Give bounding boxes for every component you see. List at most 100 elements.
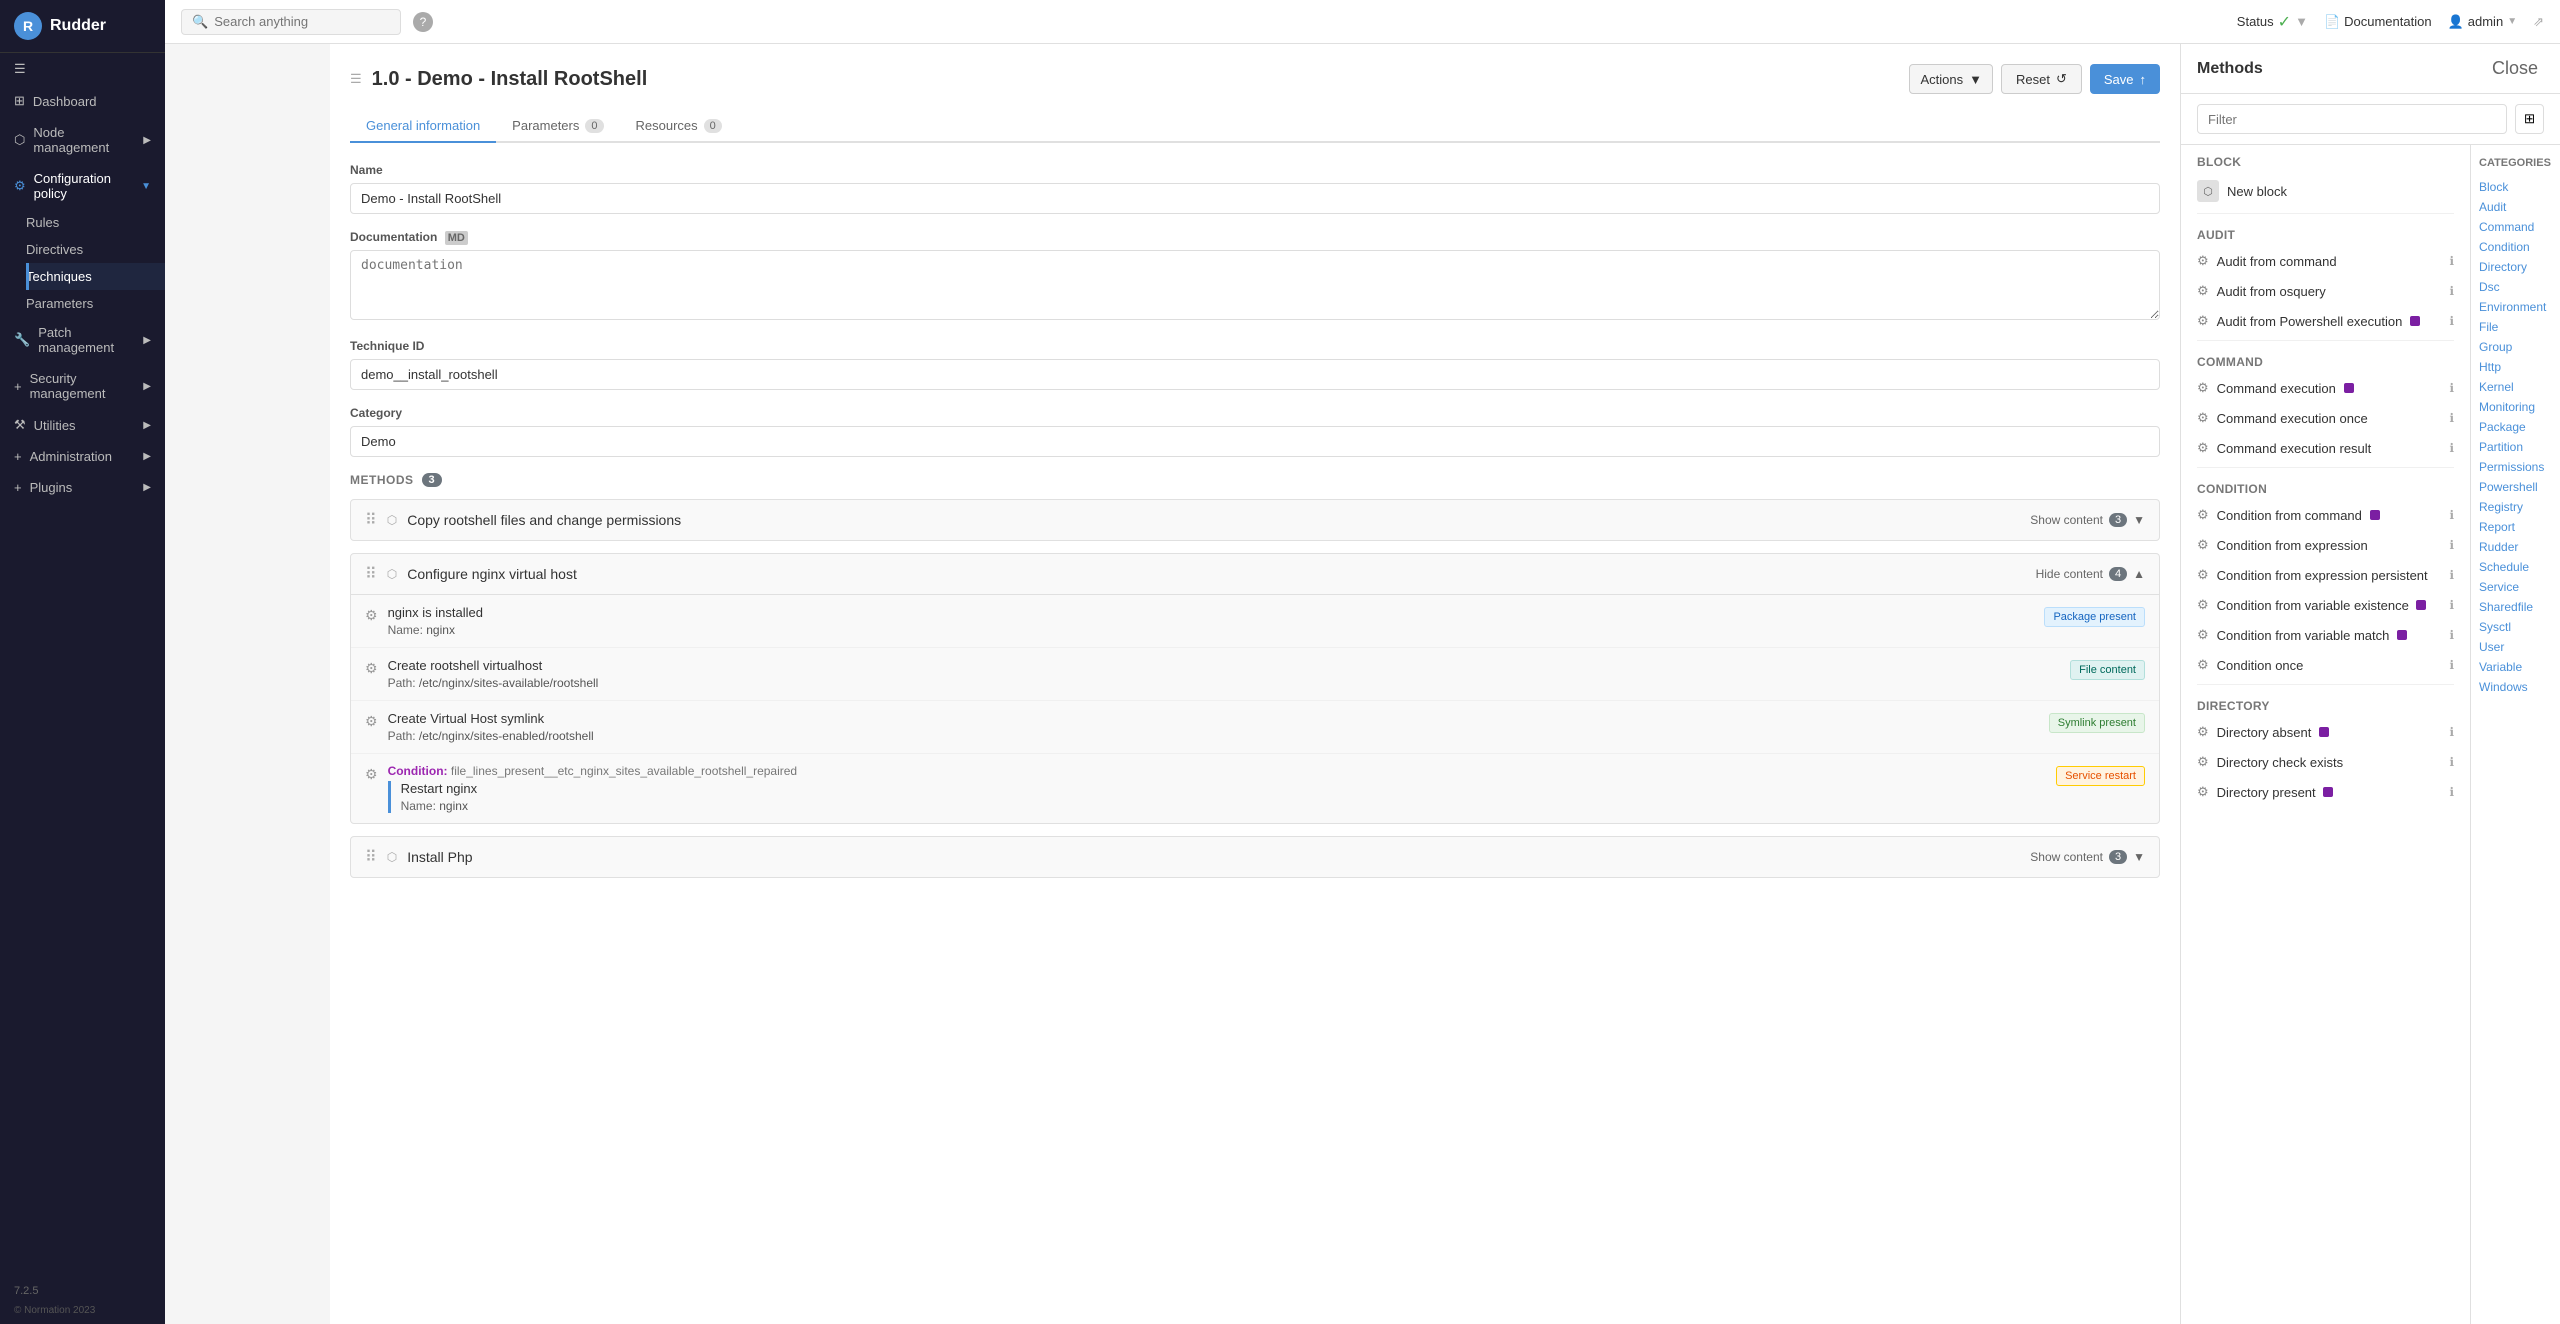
sidebar-item-rules[interactable]: Rules [26,209,165,236]
method-entry-condition-from-expression[interactable]: ⚙ Condition from expression ℹ [2189,530,2462,560]
method-block-1-header[interactable]: ⠿ ⬡ Configure nginx virtual host Hide co… [351,554,2159,594]
sidebar-item-node-management[interactable]: ⬡ Node management ▶ [0,117,165,163]
external-link-icon[interactable]: ⇗ [2533,14,2544,30]
cat-item-block[interactable]: Block [2471,177,2560,197]
method-entry-command-execution[interactable]: ⚙ Command execution ℹ [2189,373,2462,403]
method-entry-condition-from-command[interactable]: ⚙ Condition from command ℹ [2189,500,2462,530]
sidebar-item-security-management[interactable]: + Security management ▶ [0,363,165,409]
sidebar-item-directives[interactable]: Directives [26,236,165,263]
search-box[interactable]: 🔍 [181,9,401,35]
admin-button[interactable]: 👤 admin ▼ [2448,14,2518,30]
method-entry-condition-from-expression-persistent[interactable]: ⚙ Condition from expression persistent ℹ [2189,560,2462,590]
search-input[interactable] [214,14,364,29]
cat-item-environment[interactable]: Environment [2471,297,2560,317]
editor-sidebar-toggle[interactable]: ☰ [350,71,362,87]
cat-item-windows[interactable]: Windows [2471,677,2560,697]
cat-item-report[interactable]: Report [2471,517,2560,537]
sidebar-item-techniques[interactable]: Techniques [26,263,165,290]
method-entry-condition-from-variable-match[interactable]: ⚙ Condition from variable match ℹ [2189,620,2462,650]
method-block-0-header[interactable]: ⠿ ⬡ Copy rootshell files and change perm… [351,500,2159,540]
gear-icon-0[interactable]: ⚙ [365,605,378,624]
tab-parameters[interactable]: Parameters 0 [496,110,619,143]
gear-icon-3[interactable]: ⚙ [365,764,378,783]
cat-item-directory[interactable]: Directory [2471,257,2560,277]
method-block-2-header[interactable]: ⠿ ⬡ Install Php Show content 3 ▼ [351,837,2159,877]
new-block-icon: ⬡ [2197,180,2219,202]
method-entry-directory-present[interactable]: ⚙ Directory present ℹ [2189,777,2462,807]
sidebar-item-parameters[interactable]: Parameters [26,290,165,317]
status-badge[interactable]: Status ✓ ▼ [2237,12,2308,32]
sidebar-item-dashboard[interactable]: ⊞ Dashboard [0,85,165,117]
categories-sidebar: Categories Block Audit Command Condition… [2470,145,2560,1324]
method-item-2-subtitle: Path: /etc/nginx/sites-enabled/rootshell [388,729,2039,743]
cat-item-user[interactable]: User [2471,637,2560,657]
cat-item-rudder[interactable]: Rudder [2471,537,2560,557]
cat-item-package[interactable]: Package [2471,417,2560,437]
cat-item-service[interactable]: Service [2471,577,2560,597]
tab-resources[interactable]: Resources 0 [620,110,738,143]
method-block-2-toggle[interactable]: Show content 3 ▼ [2030,850,2145,864]
methods-panel-close-button[interactable]: Close [2486,56,2544,81]
methods-count-badge: 3 [422,473,443,487]
cat-item-http[interactable]: Http [2471,357,2560,377]
cat-item-audit[interactable]: Audit [2471,197,2560,217]
cat-item-kernel[interactable]: Kernel [2471,377,2560,397]
category-input[interactable] [350,426,2160,457]
technique-id-input[interactable] [350,359,2160,390]
status-check-icon: ✓ [2278,12,2291,32]
method-entry-command-execution-once[interactable]: ⚙ Command execution once ℹ [2189,403,2462,433]
gear-icon-2[interactable]: ⚙ [365,711,378,730]
editor-actions: Actions ▼ Reset ↺ Save ↑ [1909,64,2160,94]
sidebar-item-administration[interactable]: + Administration ▶ [0,441,165,472]
cat-item-registry[interactable]: Registry [2471,497,2560,517]
cat-item-command[interactable]: Command [2471,217,2560,237]
cat-item-sharedfile[interactable]: Sharedfile [2471,597,2560,617]
cat-item-permissions[interactable]: Permissions [2471,457,2560,477]
method-entry-audit-from-osquery[interactable]: ⚙ Audit from osquery ℹ [2189,276,2462,306]
sidebar-item-utilities[interactable]: ⚒ Utilities ▶ [0,409,165,441]
cat-item-partition[interactable]: Partition [2471,437,2560,457]
cat-item-group[interactable]: Group [2471,337,2560,357]
cat-item-powershell[interactable]: Powershell [2471,477,2560,497]
method-entry-directory-absent[interactable]: ⚙ Directory absent ℹ [2189,717,2462,747]
cat-item-monitoring[interactable]: Monitoring [2471,397,2560,417]
method-block-1-toggle[interactable]: Hide content 4 ▲ [2036,567,2145,581]
methods-filter-settings-button[interactable]: ⊞ [2515,104,2544,134]
method-entry-condition-once[interactable]: ⚙ Condition once ℹ [2189,650,2462,680]
name-input[interactable] [350,183,2160,214]
tab-general-information[interactable]: General information [350,110,496,143]
gear-icon-1[interactable]: ⚙ [365,658,378,677]
cat-item-schedule[interactable]: Schedule [2471,557,2560,577]
cat-item-condition[interactable]: Condition [2471,237,2560,257]
documentation-link[interactable]: 📄 Documentation [2324,14,2432,30]
save-button[interactable]: Save ↑ [2090,64,2160,94]
sidebar-item-configuration-policy[interactable]: ⚙ Configuration policy ▼ [0,163,165,209]
security-icon: + [14,379,22,394]
method-block-0-toggle[interactable]: Show content 3 ▼ [2030,513,2145,527]
cat-item-variable[interactable]: Variable [2471,657,2560,677]
category-block-header: Block [2189,145,2462,173]
user-icon: 👤 [2448,14,2464,30]
documentation-textarea[interactable] [350,250,2160,320]
cat-item-dsc[interactable]: Dsc [2471,277,2560,297]
status-dropdown-icon[interactable]: ▼ [2295,14,2308,29]
actions-button[interactable]: Actions ▼ [1909,64,1993,94]
cat-item-sysctl[interactable]: Sysctl [2471,617,2560,637]
method-entry-directory-check-exists[interactable]: ⚙ Directory check exists ℹ [2189,747,2462,777]
method-entry-audit-from-command[interactable]: ⚙ Audit from command ℹ [2189,246,2462,276]
sidebar-item-plugins[interactable]: + Plugins ▶ [0,472,165,503]
method-entry-audit-powershell[interactable]: ⚙ Audit from Powershell execution ℹ [2189,306,2462,336]
help-icon[interactable]: ? [413,12,433,32]
sidebar-hamburger[interactable]: ☰ [0,53,165,85]
new-block-entry[interactable]: ⬡ New block [2189,173,2462,209]
method-entry-condition-from-variable-existence[interactable]: ⚙ Condition from variable existence ℹ [2189,590,2462,620]
cat-item-file[interactable]: File [2471,317,2560,337]
methods-filter-input[interactable] [2197,104,2507,134]
method-item-1: ⚙ Create rootshell virtualhost Path: /et… [351,648,2159,701]
drag-handle-0[interactable]: ⠿ [365,510,377,530]
reset-button[interactable]: Reset ↺ [2001,64,2082,94]
drag-handle-2[interactable]: ⠿ [365,847,377,867]
sidebar-item-patch-management[interactable]: 🔧 Patch management ▶ [0,317,165,363]
drag-handle-1[interactable]: ⠿ [365,564,377,584]
method-entry-command-execution-result[interactable]: ⚙ Command execution result ℹ [2189,433,2462,463]
